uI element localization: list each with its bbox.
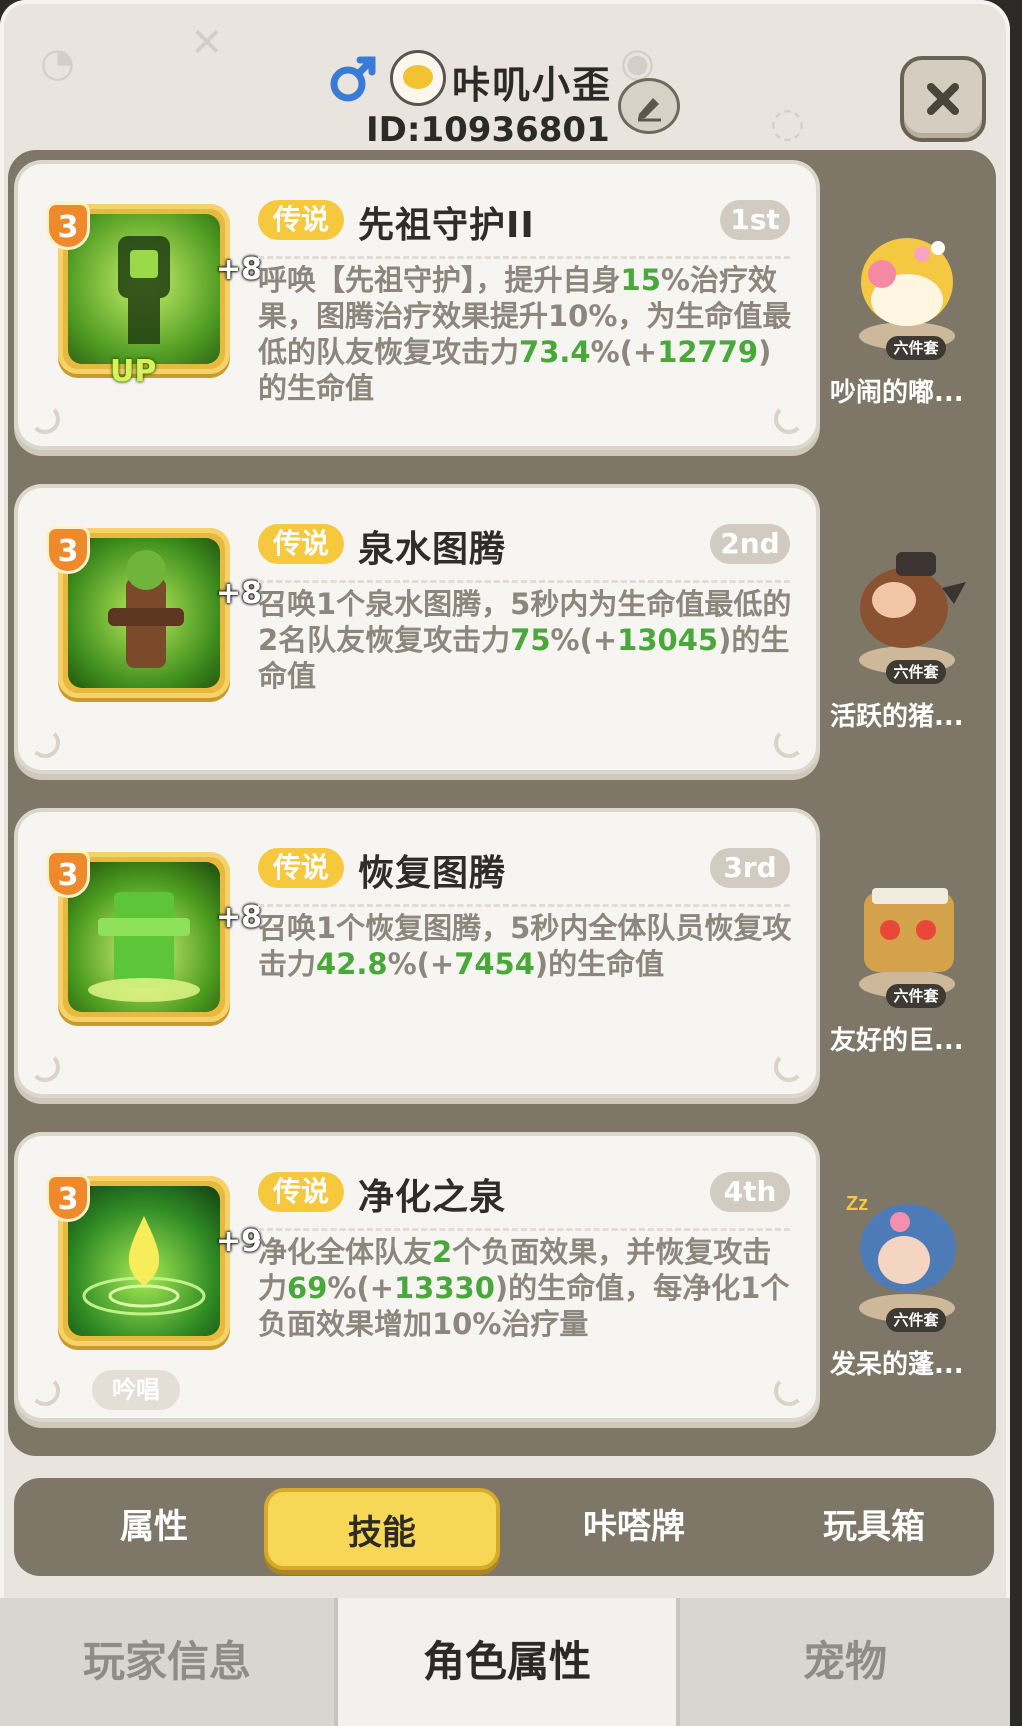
upgrade-badge: UP (110, 354, 157, 389)
skill-card[interactable]: +8 3 传说 恢复图腾 3rd 召唤1个恢复图腾，5秒内全体队员恢复攻击力42… (18, 812, 816, 1094)
pet-set-badge: 六件套 (886, 1308, 946, 1332)
player-header: 咔叽小歪 ID:10936801 (0, 20, 1010, 150)
pet-name: 吵闹的嘟... (830, 378, 964, 408)
skill-description: 召唤1个恢复图腾，5秒内全体队员恢复攻击力42.8%(+7454)的生命值 (258, 911, 792, 981)
skill-description: 净化全体队友2个负面效果，并恢复攻击力69%(+13330)的生命值，每净化1个… (258, 1235, 790, 1341)
pet-name: 活跃的猪... (830, 702, 964, 732)
pet-name: 友好的巨... (830, 1026, 964, 1056)
tab-skills[interactable]: 技能 (264, 1488, 500, 1570)
divider (258, 904, 790, 907)
close-button[interactable] (900, 56, 986, 142)
divider (258, 1228, 790, 1231)
sub-tab-bar: 属性 技能 咔嗒牌 玩具箱 (14, 1478, 994, 1576)
skill-icon-image (68, 214, 220, 364)
skill-row[interactable]: +9 3 传说 净化之泉 4th 净化全体队友2个负面效果，并恢复攻击力69%(… (8, 1130, 996, 1430)
skill-level-badge: 3 (46, 526, 90, 574)
player-name: 咔叽小歪 (452, 63, 613, 107)
skill-name: 净化之泉 (358, 1177, 507, 1218)
skill-level-badge: 3 (46, 1174, 90, 1222)
pet-card[interactable]: Zz 六件套 发呆的蓬... (826, 1148, 986, 1420)
skill-level-badge: 3 (46, 850, 90, 898)
male-gender-icon (326, 52, 380, 106)
skill-name: 恢复图腾 (358, 853, 507, 894)
pet-boar-figure (842, 528, 972, 678)
healing-totem-icon (88, 892, 200, 1002)
pet-set-badge: 六件套 (886, 660, 946, 684)
pet-sheep-figure: Zz (842, 1176, 972, 1326)
skill-name: 先祖守护II (358, 205, 535, 246)
rarity-tag: 传说 (258, 200, 344, 240)
skill-rank-tag: 4th (710, 1172, 790, 1212)
tab-attributes[interactable]: 属性 (34, 1478, 274, 1576)
pet-card[interactable]: 六件套 活跃的猪... (826, 500, 986, 772)
pet-set-badge: 六件套 (886, 336, 946, 360)
rarity-tag: 传说 (258, 524, 344, 564)
tab-kada-cards[interactable]: 咔嗒牌 (514, 1478, 754, 1576)
pet-giant-figure (842, 852, 972, 1002)
skill-row[interactable]: UP +8 3 传说 先祖守护II 1st 呼唤【先祖守护】，提升自身15%治疗… (8, 158, 996, 458)
pet-name: 发呆的蓬... (830, 1350, 964, 1380)
skill-description: 召唤1个泉水图腾，5秒内为生命值最低的2名队友恢复攻击力75%(+13045)的… (258, 587, 792, 693)
skill-level-badge: 3 (46, 202, 90, 250)
skill-plus-level: +8 (216, 576, 263, 611)
edit-name-button[interactable] (618, 78, 680, 134)
skill-card[interactable]: +9 3 传说 净化之泉 4th 净化全体队友2个负面效果，并恢复攻击力69%(… (18, 1136, 816, 1418)
totem-icon (118, 236, 170, 344)
pet-set-badge: 六件套 (886, 984, 946, 1008)
skill-rank-tag: 1st (720, 200, 790, 240)
rarity-tag: 传说 (258, 848, 344, 888)
chant-tag: 吟唱 (92, 1370, 180, 1410)
skill-rank-tag: 2nd (710, 524, 790, 564)
skill-description: 呼唤【先祖守护】，提升自身15%治疗效果，图腾治疗效果提升10%，为生命值最低的… (258, 263, 792, 405)
divider (258, 256, 790, 259)
player-id: ID:10936801 (366, 110, 610, 150)
avatar-icon[interactable] (390, 50, 446, 106)
tab-player-info[interactable]: 玩家信息 (0, 1598, 334, 1726)
skill-plus-level: +8 (216, 252, 263, 287)
rarity-tag: 传说 (258, 1172, 344, 1212)
skill-icon-image (68, 538, 220, 688)
pet-card[interactable]: 六件套 吵闹的嘟... (826, 176, 986, 448)
water-drop-icon (82, 1216, 206, 1316)
skill-plus-level: +8 (216, 900, 263, 935)
skill-row[interactable]: +8 3 传说 恢复图腾 3rd 召唤1个恢复图腾，5秒内全体队员恢复攻击力42… (8, 806, 996, 1106)
skill-card[interactable]: +8 3 传说 泉水图腾 2nd 召唤1个泉水图腾，5秒内为生命值最低的2名队友… (18, 488, 816, 770)
spring-totem-icon (108, 550, 184, 668)
pet-card[interactable]: 六件套 友好的巨... (826, 824, 986, 1096)
skill-row[interactable]: +8 3 传说 泉水图腾 2nd 召唤1个泉水图腾，5秒内为生命值最低的2名队友… (8, 482, 996, 782)
skill-icon-image (68, 1186, 220, 1336)
skill-list[interactable]: UP +8 3 传说 先祖守护II 1st 呼唤【先祖守护】，提升自身15%治疗… (8, 150, 996, 1456)
skill-plus-level: +9 (216, 1224, 263, 1259)
skill-icon-image (68, 862, 220, 1012)
skill-rank-tag: 3rd (710, 848, 790, 888)
tab-toy-box[interactable]: 玩具箱 (754, 1478, 994, 1576)
close-icon (927, 83, 959, 115)
tab-pets[interactable]: 宠物 (680, 1598, 1010, 1726)
pet-bird-figure (842, 204, 972, 354)
pencil-icon (638, 98, 661, 122)
divider (258, 580, 790, 583)
bottom-nav: 玩家信息 角色属性 宠物 (0, 1598, 1010, 1726)
skill-name: 泉水图腾 (358, 529, 507, 570)
skill-card[interactable]: UP +8 3 传说 先祖守护II 1st 呼唤【先祖守护】，提升自身15%治疗… (18, 164, 816, 446)
tab-character-attributes[interactable]: 角色属性 (338, 1598, 676, 1726)
svg-text:Zz: Zz (846, 1193, 868, 1215)
